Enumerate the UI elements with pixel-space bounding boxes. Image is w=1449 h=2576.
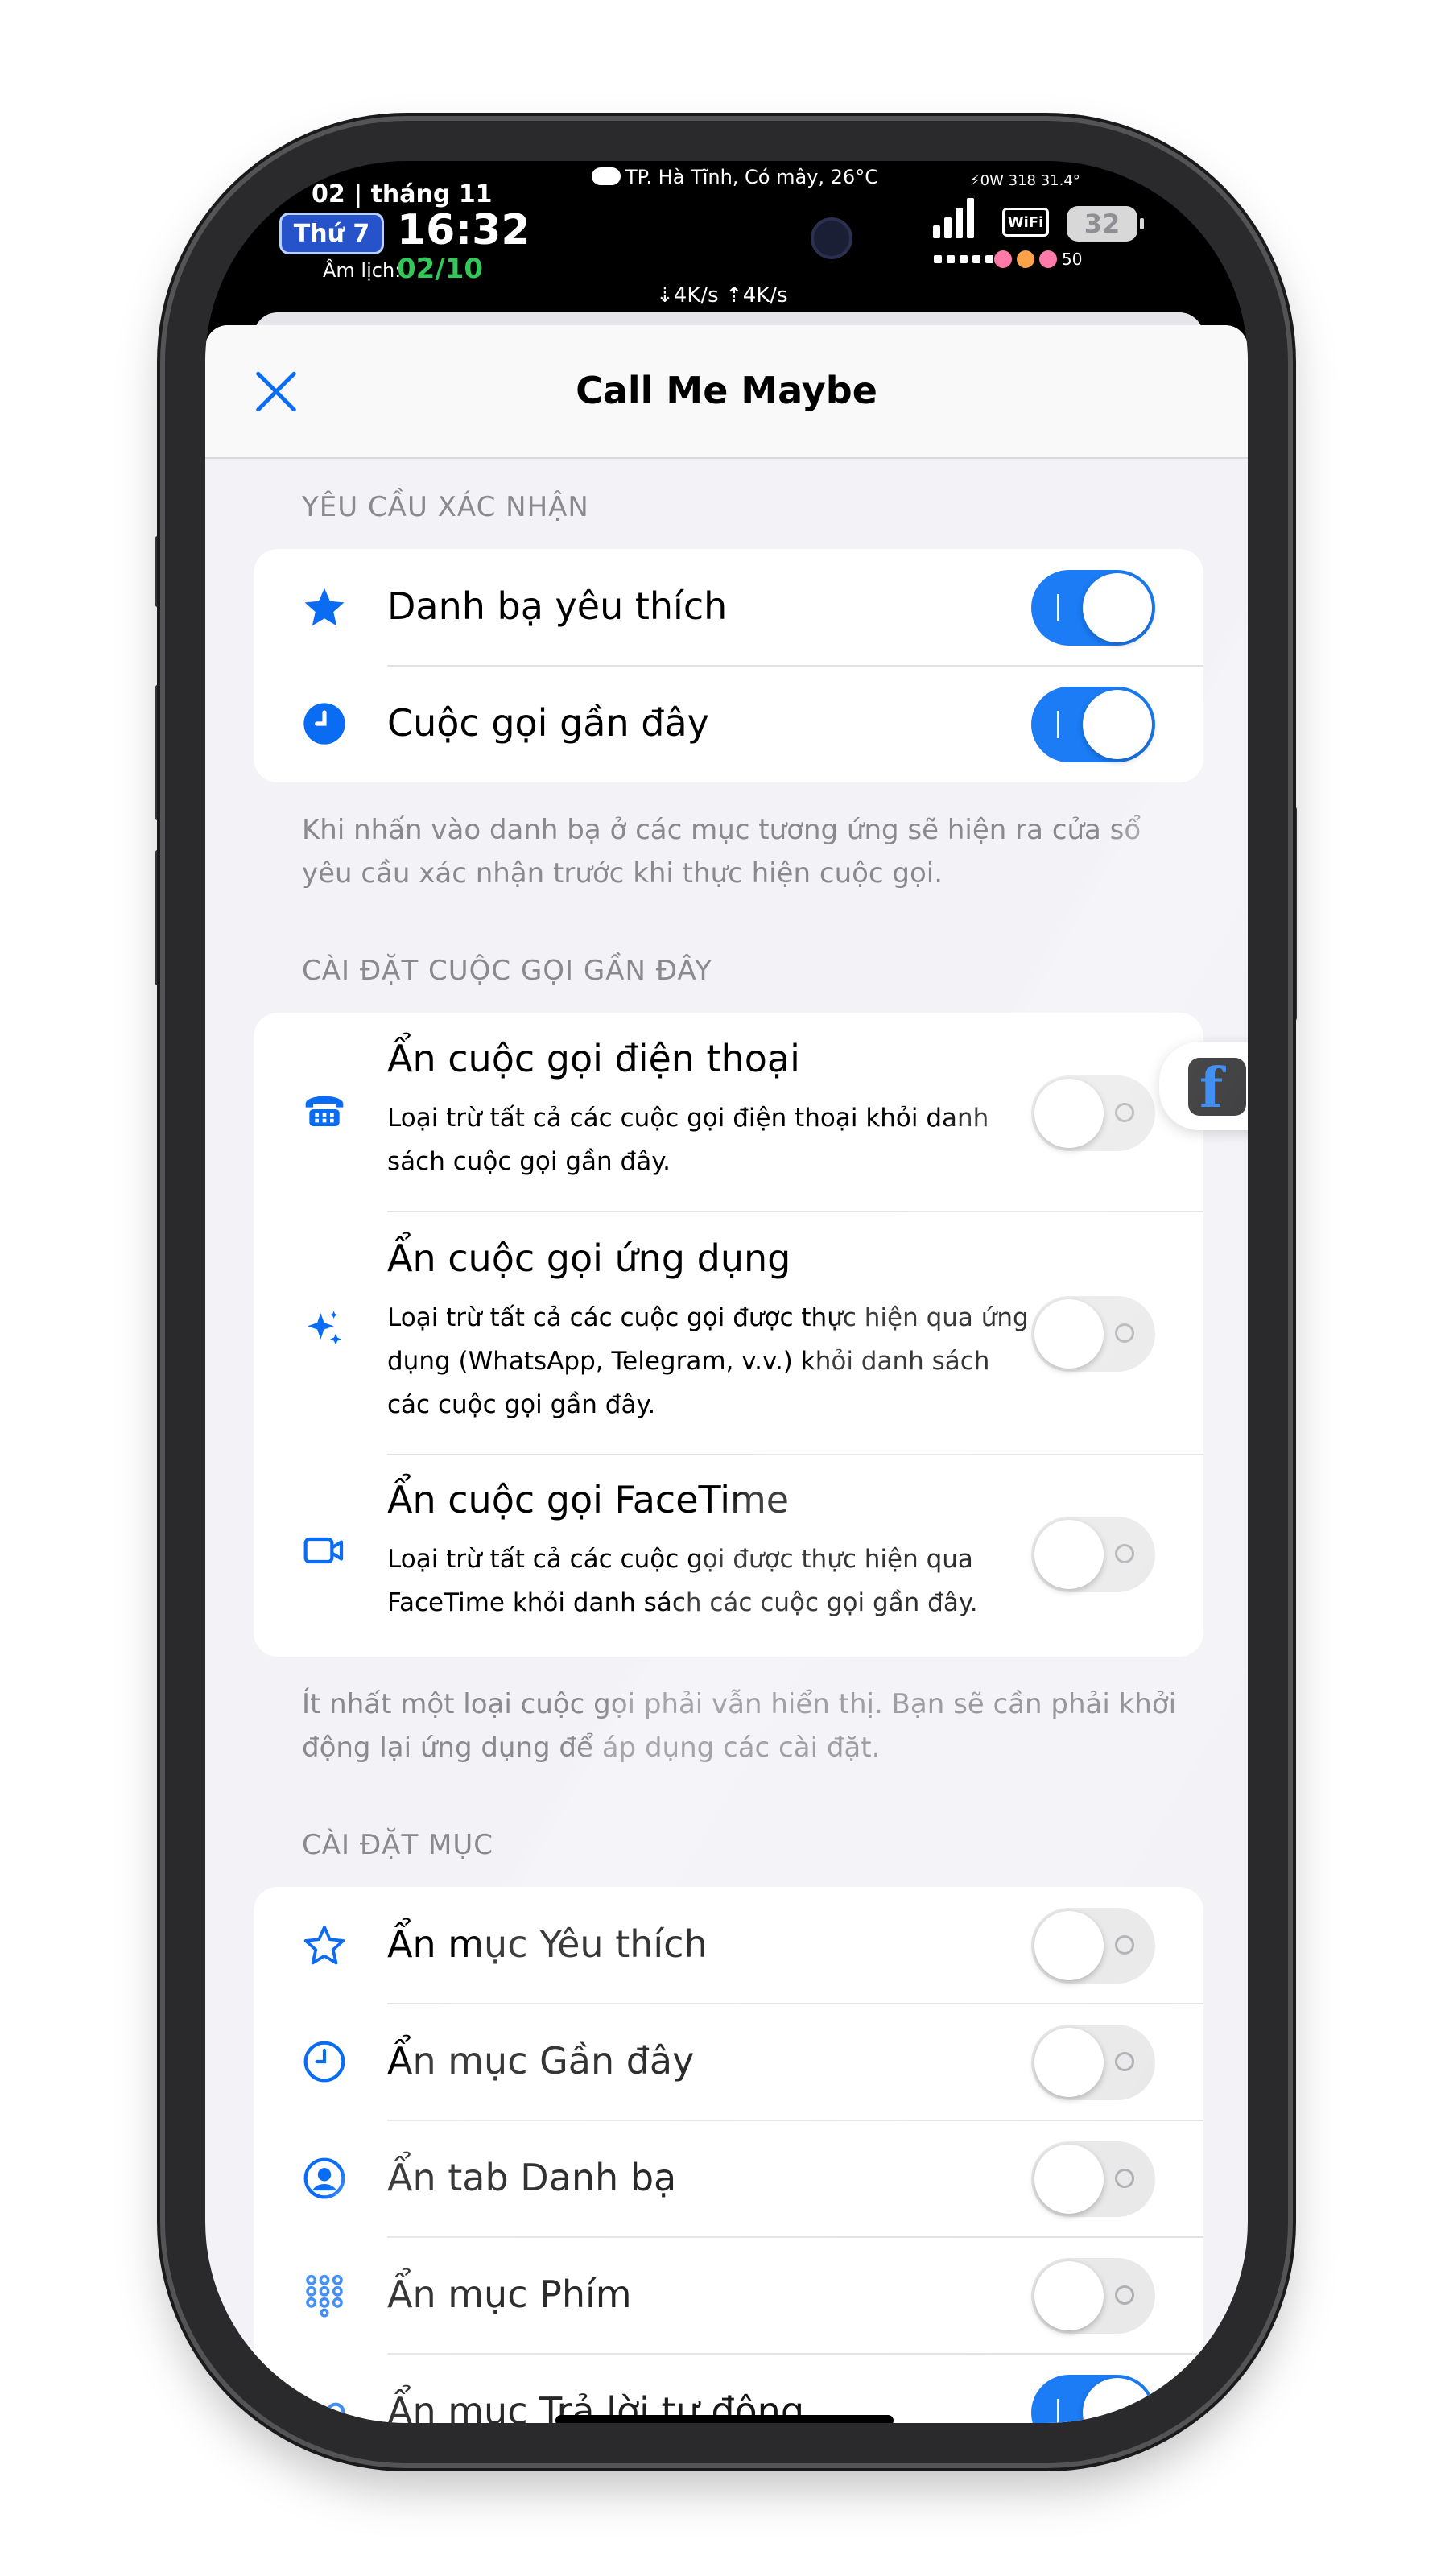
row-label: Ẩn mục Gần đây: [387, 2039, 695, 2083]
volume-up-button[interactable]: [155, 684, 166, 821]
cloud-icon: [592, 167, 621, 185]
lunar-label: Âm lịch:: [323, 259, 402, 282]
weather-info: TP. Hà Tĩnh, Có mây, 26°C: [592, 166, 878, 188]
row-label: Ẩn cuộc gọi FaceTime: [387, 1478, 790, 1521]
keypad-icon: [306, 2274, 343, 2318]
phone-frame: 02 | tháng 11 Thứ 7 16:32 Âm lịch: 02/10…: [165, 121, 1288, 2463]
status-date: 02 | tháng 11: [312, 180, 493, 208]
telephone-icon: [305, 1096, 344, 1126]
row-hide-contacts-tab[interactable]: Ẩn tab Danh bạ: [254, 2120, 1203, 2237]
row-hide-favorites[interactable]: Ẩn mục Yêu thích: [254, 1887, 1203, 2004]
row-hide-auto-reply[interactable]: Ẩn mục Trả lời tự động: [254, 2354, 1203, 2423]
row-label: Cuộc gọi gần đây: [387, 701, 709, 745]
row-hide-phone-calls[interactable]: Ẩn cuộc gọi điện thoại Loại trừ tất cả c…: [254, 1013, 1203, 1211]
toggle-hide-auto-reply[interactable]: [1031, 2375, 1155, 2423]
confirm-note: Khi nhấn vào danh bạ ở các mục tương ứng…: [302, 814, 1141, 890]
volume-down-button[interactable]: [155, 849, 166, 986]
row-recent-calls[interactable]: Cuộc gọi gần đây: [254, 666, 1203, 782]
star-filled-icon: [304, 588, 345, 626]
section-header-confirm: YÊU CẦU XÁC NHẬN: [302, 491, 589, 523]
weather-text: TP. Hà Tĩnh, Có mây, 26°C: [625, 166, 878, 188]
section-header-recent: CÀI ĐẶT CUỘC GỌI GẦN ĐÂY: [302, 955, 712, 987]
clock-filled-icon: [303, 703, 345, 745]
toggle-hide-favorites[interactable]: [1031, 1908, 1155, 1984]
row-favorite-contacts[interactable]: Danh bạ yêu thích: [254, 549, 1203, 666]
floating-facebook-button[interactable]: f: [1159, 1042, 1248, 1130]
volume-icon: [1039, 250, 1057, 268]
recent-card: Ẩn cuộc gọi điện thoại Loại trừ tất cả c…: [254, 1013, 1203, 1657]
volume-level: 50: [1062, 250, 1083, 269]
status-time: 16:32: [397, 206, 530, 254]
screen: 02 | tháng 11 Thứ 7 16:32 Âm lịch: 02/10…: [205, 161, 1248, 2423]
toggle-favorite-contacts[interactable]: [1031, 570, 1155, 646]
row-label: Danh bạ yêu thích: [387, 584, 728, 628]
facebook-icon: f: [1188, 1058, 1246, 1116]
dynamic-island: [577, 193, 875, 283]
bluetooth-icon: [1017, 250, 1034, 268]
row-hide-facetime-calls[interactable]: Ẩn cuộc gọi FaceTime Loại trừ tất cả các…: [254, 1455, 1203, 1657]
clock-outline-icon: [303, 2041, 345, 2083]
camera-icon: [811, 217, 852, 259]
toggle-recent-calls[interactable]: [1031, 687, 1155, 762]
row-hide-keypad[interactable]: Ẩn mục Phím: [254, 2237, 1203, 2354]
recent-note: Ít nhất một loại cuộc gọi phải vẫn hiển …: [302, 1688, 1177, 1764]
nav-bar: Call Me Maybe: [205, 325, 1248, 459]
row-hide-app-calls[interactable]: Ẩn cuộc gọi ứng dụng Loại trừ tất cả các…: [254, 1212, 1203, 1454]
row-description: Loại trừ tất cả các cuộc gọi được thực h…: [387, 1303, 1029, 1419]
battery-icon: 32: [1067, 206, 1144, 242]
home-indicator[interactable]: [555, 2415, 894, 2423]
toggle-hide-facetime-calls[interactable]: [1031, 1517, 1155, 1592]
voicemail-icon: [303, 2402, 345, 2421]
status-weekday-badge: Thứ 7: [279, 213, 384, 254]
wifi-icon: WiFi: [1002, 208, 1049, 237]
row-description: Loại trừ tất cả các cuộc gọi được thực h…: [387, 1545, 978, 1617]
sparkles-icon: [308, 1311, 341, 1345]
toggle-hide-phone-calls[interactable]: [1031, 1075, 1155, 1151]
video-camera-icon: [303, 1537, 344, 1564]
net-speed: ⇣4K/s ⇡4K/s: [656, 283, 788, 308]
row-hide-recents[interactable]: Ẩn mục Gần đây: [254, 2004, 1203, 2120]
row-description: Loại trừ tất cả các cuộc gọi điện thoại …: [387, 1104, 989, 1176]
section-header-items: CÀI ĐẶT MỤC: [302, 1829, 493, 1861]
row-label: Ẩn cuộc gọi ứng dụng: [387, 1236, 791, 1280]
toggle-hide-contacts-tab[interactable]: [1031, 2141, 1155, 2217]
system-info: ⚡0W 318 31.4°: [970, 172, 1080, 189]
items-card: Ẩn mục Yêu thích Ẩn mục Gần đây Ẩn tab D…: [254, 1887, 1203, 2423]
cellular-signal-icon: [930, 196, 978, 238]
lunar-date: 02/10: [397, 253, 484, 285]
row-label: Ẩn mục Phím: [387, 2273, 632, 2316]
row-label: Ẩn cuộc gọi điện thoại: [387, 1037, 800, 1080]
settings-sheet: Call Me Maybe YÊU CẦU XÁC NHẬN Danh bạ y…: [205, 325, 1248, 2423]
status-mini-icons: 50: [994, 250, 1082, 269]
toggle-hide-recents[interactable]: [1031, 2025, 1155, 2100]
lock-rotation-icon: [994, 250, 1012, 268]
confirm-card: Danh bạ yêu thích Cuộc gọi gần đây: [254, 549, 1203, 782]
toggle-hide-app-calls[interactable]: [1031, 1296, 1155, 1372]
row-label: Ẩn tab Danh bạ: [387, 2156, 677, 2199]
row-label: Ẩn mục Yêu thích: [387, 1922, 708, 1966]
signal-dots-icon: [934, 251, 998, 266]
action-button[interactable]: [155, 535, 166, 608]
toggle-hide-keypad[interactable]: [1031, 2258, 1155, 2334]
page-title: Call Me Maybe: [576, 369, 877, 412]
person-circle-icon: [303, 2157, 345, 2199]
star-outline-icon: [303, 1925, 345, 1965]
